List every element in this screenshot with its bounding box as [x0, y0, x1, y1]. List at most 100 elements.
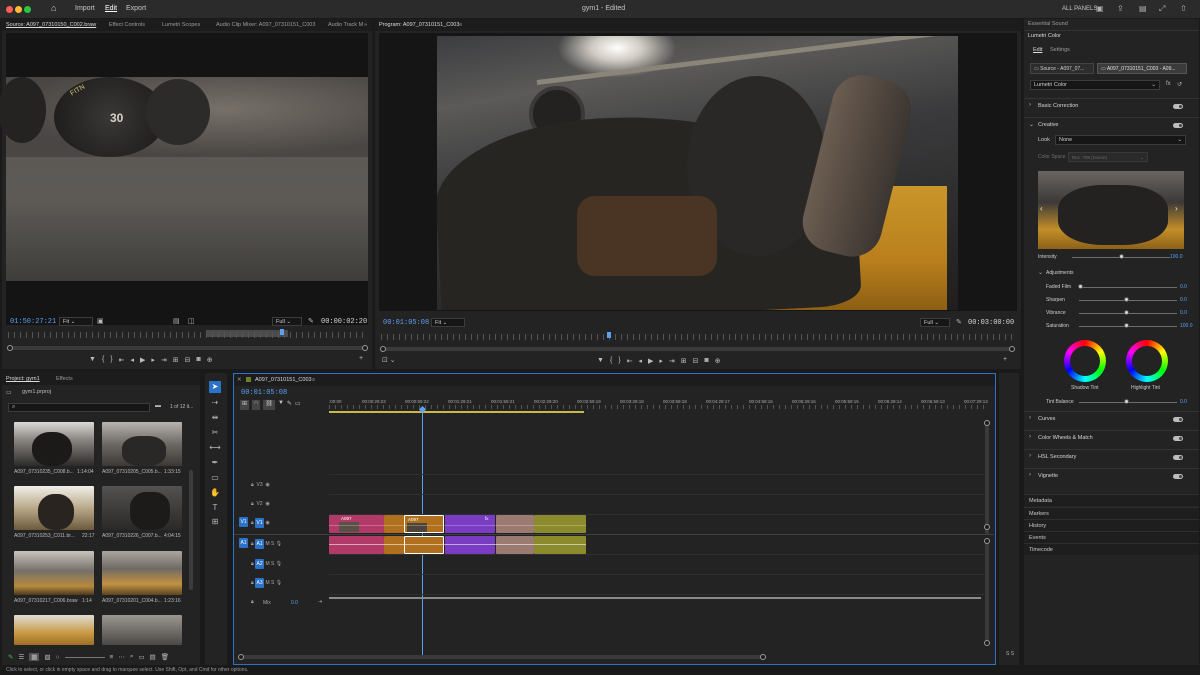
audio-scroll-bottom-handle[interactable] — [984, 640, 990, 646]
reset-icon[interactable]: ↺ — [1177, 81, 1182, 88]
tab-effects[interactable]: Effects — [56, 376, 73, 382]
nest-icon[interactable]: ⊞ — [240, 400, 250, 410]
find-icon[interactable]: ⌕ — [130, 653, 134, 661]
creative-chevron-icon[interactable]: ⌄ — [1029, 121, 1034, 128]
audio-volume-line[interactable] — [329, 544, 586, 545]
source-patch-a1[interactable]: A1 — [239, 538, 248, 548]
program-zoom-end-handle[interactable] — [1009, 346, 1015, 352]
play-icon[interactable]: ▶ — [140, 356, 145, 366]
add-marker-icon[interactable]: ▼ — [89, 356, 96, 366]
program-zoom-start-handle[interactable] — [380, 346, 386, 352]
mark-in-icon[interactable]: { — [102, 356, 104, 366]
audio-clip-selected[interactable] — [404, 536, 444, 554]
nav-export[interactable]: Export — [126, 5, 146, 12]
panel-overflow-icon[interactable]: » — [364, 22, 367, 28]
lumetri-clip-button[interactable]: ▭ A097_07310151_C003 - A09... — [1097, 63, 1187, 74]
lock-icon[interactable]: 🔒︎ — [251, 482, 254, 488]
project-item-thumb[interactable] — [14, 422, 94, 466]
type-tool-icon[interactable]: T — [209, 502, 221, 514]
comparison-view-icon[interactable]: ⊕ — [715, 357, 721, 367]
step-forward-icon[interactable]: ▸ — [151, 356, 155, 366]
slider-value[interactable]: 100.0 — [1180, 323, 1193, 329]
slider-value[interactable]: 0.0 — [1180, 284, 1187, 290]
program-fit-dropdown[interactable]: Fit ⌄ — [431, 318, 465, 327]
snap-icon[interactable]: ∩ — [252, 400, 261, 410]
audio-tracks-scrollbar[interactable] — [985, 539, 989, 644]
zoom-out-icon[interactable]: ○ — [56, 654, 60, 661]
highlight-tint-wheel[interactable] — [1126, 340, 1168, 382]
video-scroll-bottom-handle[interactable] — [984, 524, 990, 530]
tint-balance-value[interactable]: 0.0 — [1180, 399, 1187, 405]
solo-button[interactable]: S — [271, 541, 274, 547]
zoom-window-button[interactable] — [24, 6, 31, 13]
solo-button[interactable]: S — [271, 580, 274, 586]
sharpen-knob[interactable] — [1124, 297, 1129, 302]
lock-icon[interactable]: 🔒︎ — [251, 580, 254, 586]
new-item-icon[interactable]: ▤ — [150, 653, 156, 661]
color-wheels-header[interactable]: Color Wheels & Match — [1038, 435, 1093, 441]
nav-edit[interactable]: Edit — [105, 5, 117, 12]
program-go-to-out-icon[interactable]: ⇥ — [669, 357, 675, 367]
intensity-value[interactable]: 100.0 — [1170, 254, 1183, 260]
slider-value[interactable]: 0.0 — [1180, 297, 1187, 303]
video-clip[interactable]: A097 — [329, 515, 384, 533]
project-item-thumb[interactable] — [14, 551, 94, 595]
project-item-thumb[interactable] — [14, 615, 94, 645]
basic-correction-toggle[interactable] — [1173, 104, 1183, 109]
tab-lumetri-color[interactable]: Lumetri Color — [1028, 33, 1061, 39]
track-label-a3[interactable]: A3 — [255, 578, 265, 588]
toggle-output-icon[interactable]: ◉ — [265, 501, 269, 507]
audio-clip[interactable] — [496, 536, 534, 554]
safe-margins-icon[interactable]: ⊡ ⌄ — [382, 356, 396, 364]
video-tracks-scrollbar[interactable] — [985, 420, 989, 534]
source-ruler[interactable] — [8, 332, 368, 338]
program-step-back-icon[interactable]: ◂ — [639, 357, 643, 367]
project-item-thumb[interactable] — [102, 615, 182, 645]
audio-clip[interactable] — [329, 536, 384, 554]
program-timecode[interactable]: 00:01:05:08 — [383, 319, 429, 327]
go-to-out-icon[interactable]: ⇥ — [161, 356, 167, 366]
tab-source[interactable]: Source: A097_07310150_C002.braw — [6, 22, 96, 28]
creative-toggle[interactable] — [1173, 123, 1183, 128]
program-add-button[interactable]: + — [1003, 356, 1007, 363]
timeline-settings-icon[interactable]: ✎ — [287, 400, 292, 410]
video-clip[interactable] — [384, 515, 404, 533]
source-fit-dropdown[interactable]: Fit ⌄ — [59, 317, 93, 326]
project-scrollbar[interactable] — [189, 470, 193, 590]
tab-lumetri-scopes[interactable]: Lumetri Scopes — [162, 22, 200, 28]
nav-import[interactable]: Import — [75, 5, 95, 12]
vignette-header[interactable]: Vignette — [1038, 473, 1058, 479]
tint-balance-knob[interactable] — [1124, 399, 1129, 404]
program-step-forward-icon[interactable]: ▸ — [659, 357, 663, 367]
program-quality-dropdown[interactable]: Full ⌄ — [920, 318, 950, 327]
linked-selection-icon[interactable]: ⛓ — [263, 400, 275, 410]
clip-icon[interactable]: ▤ — [173, 317, 180, 325]
source-timecode-in[interactable]: 01:50:27:21 — [10, 318, 56, 326]
program-video-frame[interactable] — [379, 33, 1017, 311]
mic-icon[interactable]: 🎙︎ — [276, 561, 282, 567]
program-play-icon[interactable]: ▶ — [648, 357, 653, 367]
panel-layout-icon[interactable]: ▣ — [1096, 4, 1104, 13]
adjustments-chevron-icon[interactable]: ⌄ — [1038, 269, 1043, 276]
faded-film-knob[interactable] — [1078, 284, 1083, 289]
tab-audio-track-mixer[interactable]: Audio Track M — [328, 22, 363, 28]
tab-sequence[interactable]: A097_07310151_C003 — [255, 377, 312, 383]
basic-correction-header[interactable]: Basic Correction — [1038, 103, 1078, 109]
program-mark-in-icon[interactable]: { — [610, 357, 612, 367]
vibrance-knob[interactable] — [1124, 310, 1129, 315]
vignette-toggle[interactable] — [1173, 474, 1183, 479]
solo-meters-label[interactable]: S S — [1006, 651, 1014, 657]
slip-tool-icon[interactable]: ⟷ — [209, 442, 221, 454]
timeline-zoom-end-handle[interactable] — [760, 654, 766, 660]
thumbnail-size-slider[interactable] — [64, 656, 105, 658]
lock-icon[interactable]: 🔒︎ — [251, 561, 254, 567]
audio-clip[interactable] — [534, 536, 586, 554]
tab-essential-sound[interactable]: Essential Sound — [1028, 21, 1068, 27]
selection-tool-icon[interactable]: ➤ — [209, 381, 221, 393]
color-wheels-toggle[interactable] — [1173, 436, 1183, 441]
fullscreen-icon[interactable]: ⤢ — [1159, 4, 1165, 14]
panel-history[interactable]: History — [1024, 519, 1199, 531]
program-menu-icon[interactable]: ≡ — [459, 22, 462, 28]
quick-export-icon[interactable]: ⇪ — [1117, 4, 1124, 13]
project-item-thumb[interactable] — [102, 422, 182, 466]
